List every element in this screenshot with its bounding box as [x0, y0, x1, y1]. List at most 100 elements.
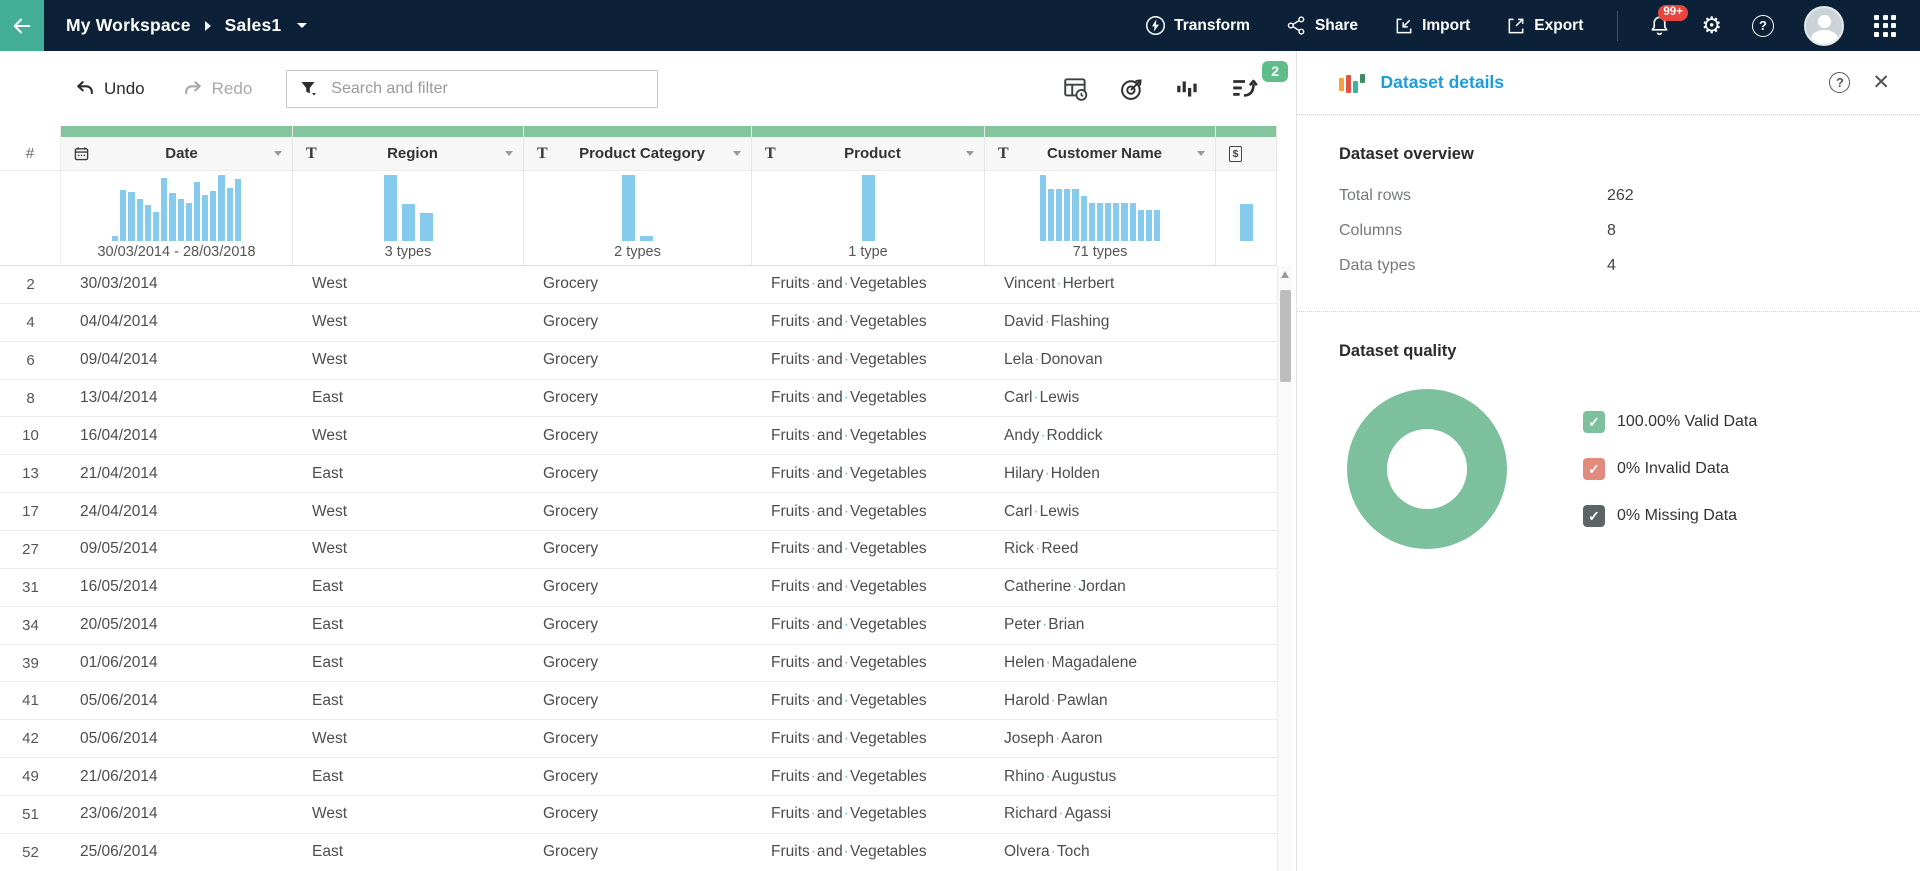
panel-help-icon[interactable]: ? — [1829, 72, 1850, 93]
cell-region[interactable]: West — [293, 805, 524, 823]
cell-product[interactable]: Fruits·and·Vegetables — [752, 805, 985, 823]
cell-date[interactable]: 25/06/2014 — [61, 843, 293, 861]
apps-menu-button[interactable] — [1874, 15, 1896, 37]
column-menu-caret-icon[interactable] — [966, 151, 974, 156]
cell-region[interactable]: East — [293, 465, 524, 483]
column-stats-button[interactable] — [1174, 75, 1202, 103]
scrollbar-thumb[interactable] — [1280, 290, 1291, 382]
cell-product[interactable]: Fruits·and·Vegetables — [752, 843, 985, 861]
cell-region[interactable]: East — [293, 768, 524, 786]
target-button[interactable] — [1118, 75, 1146, 103]
column-histogram[interactable] — [524, 171, 751, 244]
cell-customer-name[interactable]: David·Flashing — [985, 313, 1216, 331]
cell-product-category[interactable]: Grocery — [524, 805, 752, 823]
cell-product-category[interactable]: Grocery — [524, 578, 752, 596]
cell-product-category[interactable]: Grocery — [524, 616, 752, 634]
column-header[interactable]: TCustomer Name71 types — [985, 126, 1216, 266]
cell-customer-name[interactable]: Vincent·Herbert — [985, 275, 1216, 293]
cell-customer-name[interactable]: Peter·Brian — [985, 616, 1216, 634]
cell-product-category[interactable]: Grocery — [524, 730, 752, 748]
cell-date[interactable]: 20/05/2014 — [61, 616, 293, 634]
breadcrumb-dataset[interactable]: Sales1 — [225, 15, 282, 36]
table-row[interactable]: 3901/06/2014EastGroceryFruits·and·Vegeta… — [0, 645, 1277, 683]
cell-product[interactable]: Fruits·and·Vegetables — [752, 465, 985, 483]
cell-customer-name[interactable]: Helen·Magadalene — [985, 654, 1216, 672]
column-menu-caret-icon[interactable] — [733, 151, 741, 156]
table-row[interactable]: 5225/06/2014EastGroceryFruits·and·Vegeta… — [0, 834, 1277, 871]
cell-product-category[interactable]: Grocery — [524, 465, 752, 483]
share-button[interactable]: Share — [1286, 15, 1358, 36]
cell-date[interactable]: 01/06/2014 — [61, 654, 293, 672]
cell-product[interactable]: Fruits·and·Vegetables — [752, 389, 985, 407]
column-header[interactable]: TProduct1 type — [752, 126, 985, 266]
cell-customer-name[interactable]: Catherine·Jordan — [985, 578, 1216, 596]
table-row[interactable]: 1724/04/2014WestGroceryFruits·and·Vegeta… — [0, 493, 1277, 531]
back-button[interactable] — [0, 0, 44, 51]
column-histogram[interactable] — [293, 171, 523, 244]
quality-checkbox[interactable]: ✓ — [1583, 411, 1605, 433]
cell-customer-name[interactable]: Rick·Reed — [985, 540, 1216, 558]
cell-product[interactable]: Fruits·and·Vegetables — [752, 351, 985, 369]
cell-product-category[interactable]: Grocery — [524, 313, 752, 331]
undo-button[interactable]: Undo — [75, 79, 145, 99]
transform-button[interactable]: Transform — [1145, 15, 1250, 36]
cell-product-category[interactable]: Grocery — [524, 692, 752, 710]
cell-product-category[interactable]: Grocery — [524, 427, 752, 445]
cell-date[interactable]: 05/06/2014 — [61, 692, 293, 710]
cell-product-category[interactable]: Grocery — [524, 389, 752, 407]
cell-region[interactable]: West — [293, 730, 524, 748]
redo-button[interactable]: Redo — [183, 79, 253, 99]
user-menu[interactable] — [1804, 6, 1844, 46]
cell-product[interactable]: Fruits·and·Vegetables — [752, 427, 985, 445]
column-header[interactable]: TRegion3 types — [293, 126, 524, 266]
table-row[interactable]: 4105/06/2014EastGroceryFruits·and·Vegeta… — [0, 682, 1277, 720]
column-header[interactable]: Date30/03/2014 - 28/03/2018 — [61, 126, 293, 266]
vertical-scrollbar[interactable] — [1277, 266, 1292, 871]
cell-product-category[interactable]: Grocery — [524, 768, 752, 786]
table-row[interactable]: 813/04/2014EastGroceryFruits·and·Vegetab… — [0, 380, 1277, 418]
cell-region[interactable]: West — [293, 540, 524, 558]
cell-region[interactable]: East — [293, 616, 524, 634]
cell-customer-name[interactable]: Joseph·Aaron — [985, 730, 1216, 748]
cell-region[interactable]: West — [293, 275, 524, 293]
table-row[interactable]: 3116/05/2014EastGroceryFruits·and·Vegeta… — [0, 569, 1277, 607]
cell-date[interactable]: 24/04/2014 — [61, 503, 293, 521]
cell-region[interactable]: West — [293, 503, 524, 521]
cell-region[interactable]: West — [293, 313, 524, 331]
cell-date[interactable]: 13/04/2014 — [61, 389, 293, 407]
cell-product-category[interactable]: Grocery — [524, 540, 752, 558]
column-menu-caret-icon[interactable] — [1197, 151, 1205, 156]
cell-product[interactable]: Fruits·and·Vegetables — [752, 616, 985, 634]
cell-region[interactable]: East — [293, 578, 524, 596]
table-row[interactable]: 3420/05/2014EastGroceryFruits·and·Vegeta… — [0, 607, 1277, 645]
cell-product[interactable]: Fruits·and·Vegetables — [752, 578, 985, 596]
table-row[interactable]: 2709/05/2014WestGroceryFruits·and·Vegeta… — [0, 531, 1277, 569]
table-row[interactable]: 404/04/2014WestGroceryFruits·and·Vegetab… — [0, 304, 1277, 342]
cell-product[interactable]: Fruits·and·Vegetables — [752, 768, 985, 786]
cell-product[interactable]: Fruits·and·Vegetables — [752, 313, 985, 331]
cell-product-category[interactable]: Grocery — [524, 654, 752, 672]
cell-date[interactable]: 23/06/2014 — [61, 805, 293, 823]
table-row[interactable]: 230/03/2014WestGroceryFruits·and·Vegetab… — [0, 266, 1277, 304]
cell-date[interactable]: 21/06/2014 — [61, 768, 293, 786]
cell-region[interactable]: East — [293, 692, 524, 710]
cell-customer-name[interactable]: Carl·Lewis — [985, 389, 1216, 407]
table-row[interactable]: 4921/06/2014EastGroceryFruits·and·Vegeta… — [0, 758, 1277, 796]
column-histogram[interactable] — [1216, 171, 1276, 244]
cell-customer-name[interactable]: Carl·Lewis — [985, 503, 1216, 521]
sample-settings-button[interactable] — [1062, 75, 1090, 103]
cell-date[interactable]: 16/05/2014 — [61, 578, 293, 596]
help-button[interactable]: ? — [1752, 15, 1774, 37]
cell-date[interactable]: 16/04/2014 — [61, 427, 293, 445]
breadcrumb-workspace[interactable]: My Workspace — [66, 15, 191, 36]
cell-region[interactable]: West — [293, 427, 524, 445]
table-row[interactable]: 5123/06/2014WestGroceryFruits·and·Vegeta… — [0, 796, 1277, 834]
scroll-up-arrow-icon[interactable] — [1281, 271, 1289, 278]
cell-date[interactable]: 04/04/2014 — [61, 313, 293, 331]
table-row[interactable]: 609/04/2014WestGroceryFruits·and·Vegetab… — [0, 342, 1277, 380]
cell-date[interactable]: 09/05/2014 — [61, 540, 293, 558]
notifications-button[interactable]: 99+ — [1648, 14, 1671, 37]
cell-customer-name[interactable]: Andy·Roddick — [985, 427, 1216, 445]
cell-product-category[interactable]: Grocery — [524, 503, 752, 521]
cell-date[interactable]: 09/04/2014 — [61, 351, 293, 369]
